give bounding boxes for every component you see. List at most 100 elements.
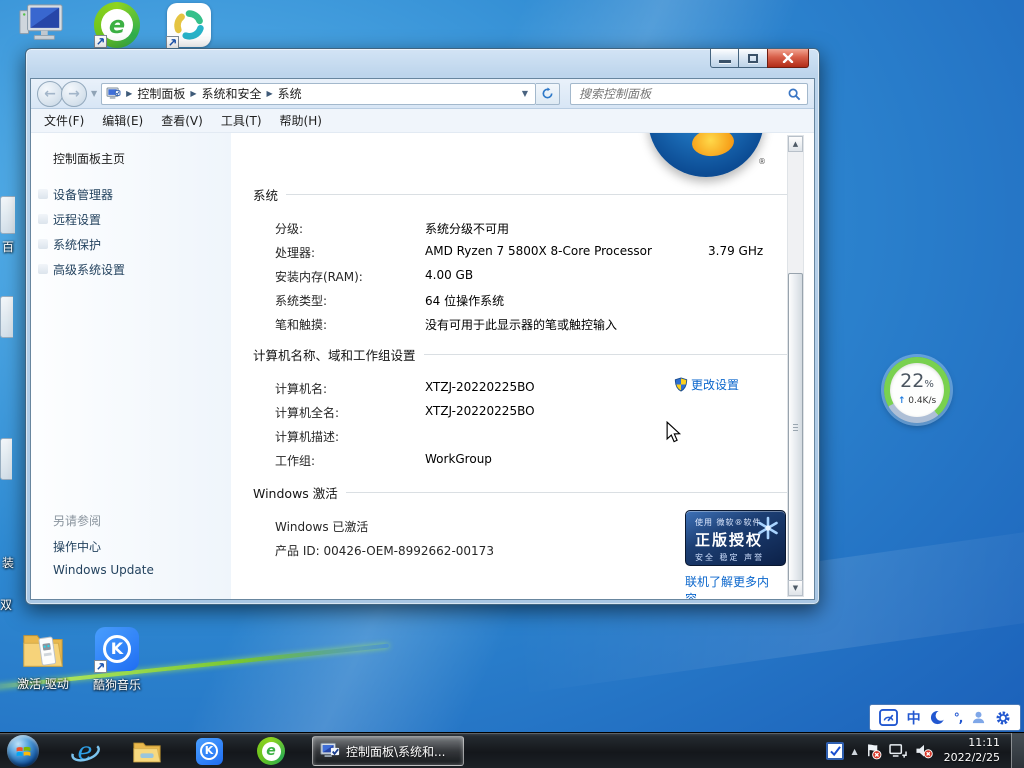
refresh-button[interactable] bbox=[536, 83, 560, 105]
row-processor: 处理器: AMD Ryzen 7 5800X 8-Core Processor … bbox=[253, 240, 788, 264]
row-pen-touch: 笔和触摸: 没有可用于此显示器的笔或触控输入 bbox=[253, 312, 788, 336]
section-computer-name: 计算机名称、域和工作组设置 计算机名: XTZJ-20220225BO 计算机全… bbox=[253, 345, 788, 472]
menu-file[interactable]: 文件(F) bbox=[35, 109, 93, 132]
desktop-icon-computer[interactable] bbox=[12, 2, 70, 48]
learn-more-online-link[interactable]: 联机了解更多内容... bbox=[685, 573, 788, 599]
colorful-app-icon bbox=[166, 3, 212, 49]
sidebar-item-windows-update[interactable]: Windows Update bbox=[53, 563, 154, 577]
partial-desktop-icon[interactable] bbox=[0, 296, 13, 338]
breadcrumb-system-security[interactable]: 系统和安全 bbox=[201, 85, 261, 102]
desktop-icon-driver-folder[interactable]: 激活,驱动 bbox=[14, 626, 72, 692]
network-speed: 0.4K/s bbox=[908, 396, 936, 406]
sidebar-item-device-manager[interactable]: 设备管理器 bbox=[53, 186, 113, 203]
taskbar-kugou-music[interactable]: K bbox=[194, 736, 224, 766]
memory-usage-floating-ball[interactable]: 22% ↑ 0.4K/s bbox=[884, 357, 950, 423]
ime-user-icon[interactable] bbox=[971, 710, 986, 725]
back-button[interactable]: ← bbox=[37, 81, 63, 107]
breadcrumb-control-panel[interactable]: 控制面板 bbox=[137, 85, 185, 102]
windows-logo-flag bbox=[691, 133, 736, 158]
show-desktop-button[interactable] bbox=[1011, 733, 1024, 768]
crumb-separator-icon: ▶ bbox=[267, 89, 273, 98]
computer-icon bbox=[106, 87, 121, 100]
crumb-separator-icon: ▶ bbox=[190, 89, 196, 98]
history-dropdown-icon[interactable]: ▼ bbox=[91, 89, 97, 98]
scroll-down-button[interactable]: ▼ bbox=[788, 580, 803, 596]
close-button[interactable] bbox=[767, 49, 809, 68]
windows-flag-icon bbox=[15, 743, 32, 760]
scrollbar-grip bbox=[793, 424, 798, 432]
address-bar[interactable]: ▶ 控制面板 ▶ 系统和安全 ▶ 系统 ▼ bbox=[101, 83, 536, 105]
kugou-music-icon: K bbox=[94, 627, 140, 673]
taskbar-clock[interactable]: 11:11 2022/2/25 bbox=[944, 736, 1000, 766]
desktop-icon-kugou[interactable]: K 酷狗音乐 bbox=[88, 626, 146, 693]
maximize-button[interactable] bbox=[739, 49, 767, 68]
volume-muted-icon[interactable] bbox=[915, 743, 933, 759]
ime-punctuation-button[interactable]: °, bbox=[954, 711, 963, 725]
taskbar-green-browser[interactable]: e bbox=[256, 736, 286, 766]
system-properties-window: ← → ▼ ▶ 控制面板 ▶ 系统和安全 ▶ 系统 bbox=[25, 48, 820, 605]
sidebar-item-advanced-settings[interactable]: 高级系统设置 bbox=[53, 261, 125, 278]
sidebar: 控制面板主页 设备管理器 远程设置 系统保护 高级系统设置 另请参阅 操作中心 … bbox=[31, 133, 231, 599]
section-title: Windows 激活 bbox=[253, 483, 338, 502]
desktop-icon-green-browser[interactable]: e bbox=[88, 2, 146, 48]
address-dropdown-icon[interactable]: ▼ bbox=[519, 89, 531, 98]
rating-unavailable-link[interactable]: 系统分级不可用 bbox=[425, 220, 509, 237]
vertical-scrollbar[interactable]: ▲ ▼ bbox=[787, 135, 804, 597]
network-icon[interactable] bbox=[889, 743, 908, 759]
partial-icon-label: 双 bbox=[0, 596, 12, 613]
see-also-header: 另请参阅 bbox=[53, 512, 101, 529]
clock-date: 2022/2/25 bbox=[944, 751, 1000, 766]
search-input[interactable] bbox=[571, 84, 807, 104]
sidebar-item-control-panel-home[interactable]: 控制面板主页 bbox=[53, 150, 125, 167]
sidebar-item-system-protection[interactable]: 系统保护 bbox=[53, 236, 101, 253]
genuine-microsoft-badge[interactable]: 使用 微软®软件 正版授权 安全 稳定 声誉 bbox=[685, 510, 786, 566]
partial-desktop-icon[interactable] bbox=[0, 196, 15, 234]
taskbar-windows-explorer[interactable] bbox=[132, 736, 162, 766]
search-box[interactable] bbox=[570, 83, 808, 105]
open-folder-icon bbox=[20, 626, 66, 672]
scrollbar-thumb[interactable] bbox=[788, 273, 803, 583]
section-divider bbox=[346, 492, 788, 493]
sidebar-item-remote-settings[interactable]: 远程设置 bbox=[53, 211, 101, 228]
task-icon bbox=[38, 214, 48, 224]
ime-fullwidth-moon-icon[interactable] bbox=[930, 710, 945, 725]
menu-help[interactable]: 帮助(H) bbox=[271, 109, 331, 132]
section-divider bbox=[424, 354, 788, 355]
desktop: e 百 装 双 bbox=[0, 0, 1024, 768]
refresh-icon bbox=[541, 87, 554, 100]
minimize-button[interactable] bbox=[710, 49, 739, 68]
menu-tools[interactable]: 工具(T) bbox=[212, 109, 271, 132]
menu-view[interactable]: 查看(V) bbox=[152, 109, 212, 132]
internet-explorer-icon: e bbox=[70, 736, 100, 766]
window-content: 控制面板主页 设备管理器 远程设置 系统保护 高级系统设置 另请参阅 操作中心 … bbox=[31, 133, 814, 599]
sidebar-item-action-center[interactable]: 操作中心 bbox=[53, 538, 101, 555]
tray-checkbox-icon[interactable] bbox=[826, 742, 844, 760]
task-icon bbox=[38, 239, 48, 249]
row-rating: 分级: 系统分级不可用 bbox=[253, 216, 788, 240]
change-settings-link[interactable]: 更改设置 bbox=[674, 376, 739, 393]
windows-logo-partial bbox=[648, 133, 764, 177]
ime-status-icon[interactable] bbox=[879, 709, 898, 726]
ime-settings-gear-icon[interactable] bbox=[995, 710, 1011, 726]
registered-mark: ® bbox=[758, 157, 766, 166]
partial-desktop-icon[interactable] bbox=[0, 438, 12, 480]
ime-chinese-mode-button[interactable]: 中 bbox=[907, 708, 921, 728]
forward-button[interactable]: → bbox=[61, 81, 87, 107]
section-divider bbox=[286, 194, 788, 195]
scroll-up-button[interactable]: ▲ bbox=[788, 136, 803, 152]
navigation-bar: ← → ▼ ▶ 控制面板 ▶ 系统和安全 ▶ 系统 bbox=[31, 79, 814, 109]
search-icon[interactable] bbox=[788, 88, 801, 101]
mouse-cursor bbox=[664, 421, 683, 443]
row-workgroup: 工作组: WorkGroup bbox=[253, 448, 788, 472]
kugou-music-icon: K bbox=[196, 738, 223, 765]
taskbar-internet-explorer[interactable]: e bbox=[70, 736, 100, 766]
desktop-icon-label: 酷狗音乐 bbox=[88, 676, 146, 693]
menu-edit[interactable]: 编辑(E) bbox=[93, 109, 152, 132]
breadcrumb-system[interactable]: 系统 bbox=[278, 85, 302, 102]
action-center-flag-icon[interactable] bbox=[865, 743, 882, 760]
taskbar: e K e 控制面板\系统和.. bbox=[0, 732, 1024, 768]
show-hidden-icons-button[interactable]: ▲ bbox=[851, 747, 857, 756]
taskbar-active-window-button[interactable]: 控制面板\系统和... bbox=[312, 736, 464, 766]
desktop-icon-colorful-app[interactable] bbox=[160, 2, 218, 49]
start-button[interactable] bbox=[7, 735, 39, 767]
